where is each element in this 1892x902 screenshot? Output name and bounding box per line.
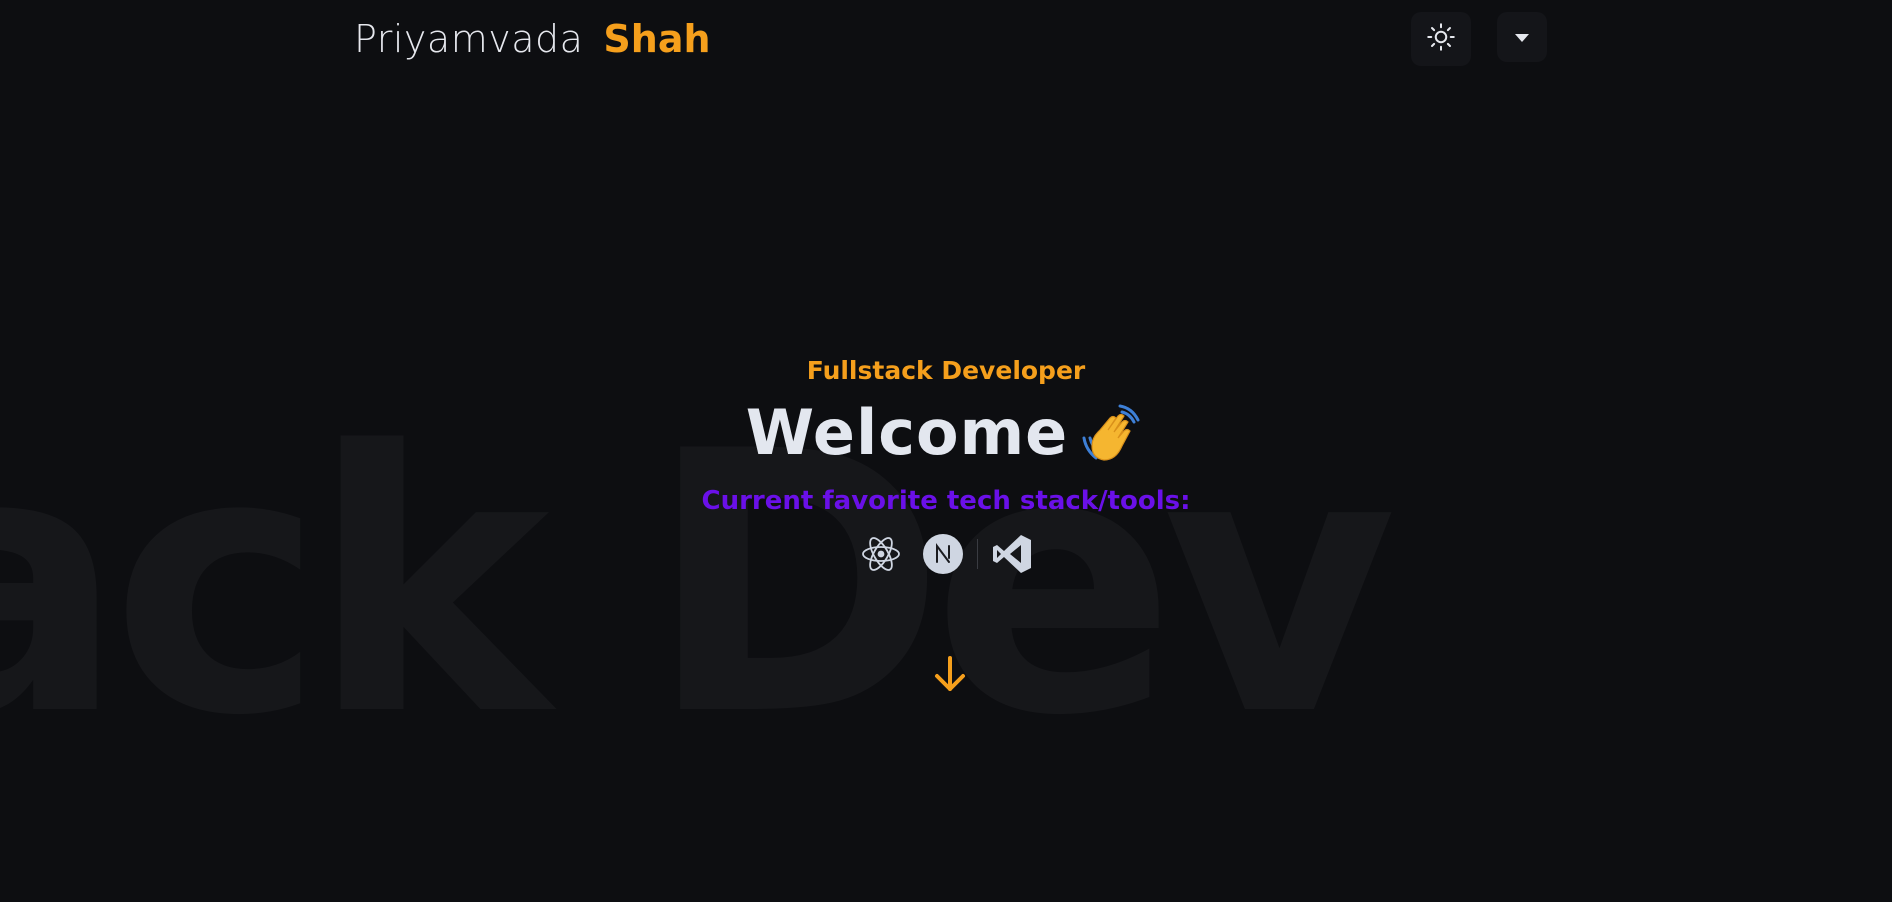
brand-logo[interactable]: Priyamvada Shah: [354, 14, 711, 64]
site-header: Priyamvada Shah: [0, 0, 1892, 78]
react-icon: [859, 532, 903, 576]
page: ack Dev Priyamvada Shah Fullstack Develo…: [0, 0, 1892, 902]
caret-down-icon: [1514, 28, 1530, 47]
scroll-down-button[interactable]: [928, 654, 972, 698]
tech-stack-label: Current favorite tech stack/tools:: [701, 486, 1191, 516]
brand-last-name: Shah: [603, 17, 711, 61]
welcome-row: Welcome: [0, 394, 1892, 472]
role-subtitle: Fullstack Developer: [806, 356, 1086, 385]
welcome-heading: Welcome: [745, 396, 1069, 469]
arrow-down-icon: [933, 655, 967, 697]
nextjs-icon: [921, 532, 965, 576]
theme-toggle-button[interactable]: [1411, 12, 1471, 66]
hero-section: Fullstack Developer Welcome Current favo…: [0, 352, 1892, 578]
menu-dropdown-button[interactable]: [1497, 12, 1547, 62]
brand-first-name: Priyamvada: [354, 17, 584, 61]
icon-divider: [976, 539, 978, 569]
tech-stack-icons: [0, 530, 1892, 578]
sun-icon: [1426, 22, 1456, 56]
vscode-icon: [990, 532, 1034, 576]
waving-hand-icon: [1080, 400, 1146, 466]
